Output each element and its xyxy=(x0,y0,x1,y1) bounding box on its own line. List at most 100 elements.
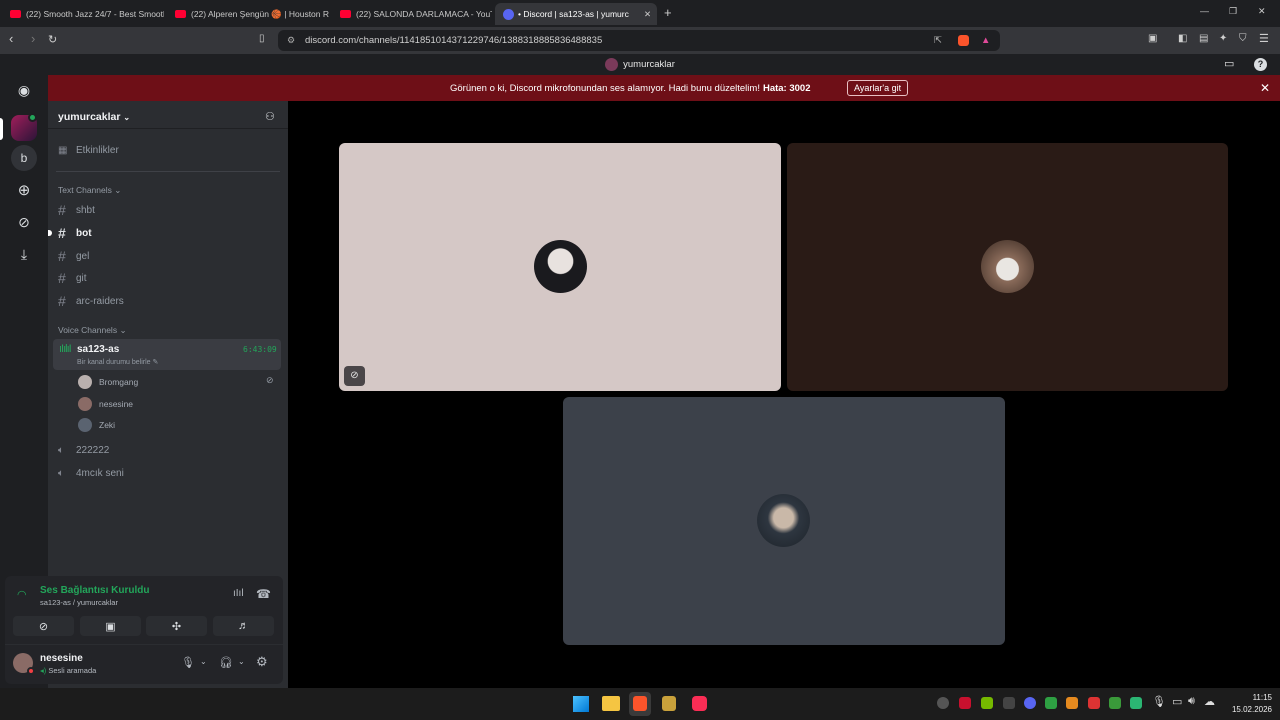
voice-channel-4mcik[interactable]: 🔈︎ 4mcık seni xyxy=(58,468,124,479)
voice-user-zeki[interactable]: Zeki xyxy=(78,418,115,432)
app-tray-icon[interactable] xyxy=(1066,697,1078,709)
app-tray-icon[interactable] xyxy=(1003,697,1015,709)
username[interactable]: nesesine xyxy=(40,653,83,664)
brave-shield-icon[interactable] xyxy=(958,35,969,46)
camera-button[interactable]: ⊘ xyxy=(13,616,74,636)
volume-icon[interactable]: 🔊︎ xyxy=(1188,695,1195,708)
voice-location[interactable]: sa123-as / yumurcaklar xyxy=(40,598,118,607)
vpn-icon[interactable]: ⛉ xyxy=(1239,33,1247,44)
download-icon[interactable]: ⤓ xyxy=(11,241,37,267)
gear-icon[interactable]: ⚙ xyxy=(256,654,268,670)
channel-shbt[interactable]: # shbt xyxy=(58,202,95,218)
discord-tray-icon[interactable] xyxy=(1024,697,1036,709)
weather-icon[interactable]: ☁ xyxy=(1204,695,1215,708)
forward-icon[interactable]: › xyxy=(31,31,35,46)
hash-icon: # xyxy=(58,225,66,241)
screen-share-button[interactable]: ▣ xyxy=(80,616,141,636)
participant-tile-bromgang[interactable]: ⊘ xyxy=(339,143,781,391)
discord-home-icon[interactable]: ◉ xyxy=(11,77,37,103)
clock-date[interactable]: 15.02.2026 xyxy=(1218,705,1272,714)
brave-icon[interactable] xyxy=(633,696,647,711)
avatar xyxy=(981,240,1034,293)
voice-activity-icon: ıIılıI xyxy=(59,343,72,355)
channel-status-hint[interactable]: Bir kanal durumu belirle ✎ xyxy=(77,358,158,366)
voice-user-nesesine[interactable]: nesesine xyxy=(78,397,133,411)
channel-gel[interactable]: # gel xyxy=(58,248,89,264)
add-server-icon[interactable]: ⊕ xyxy=(11,177,37,203)
selected-server-pill xyxy=(0,118,3,140)
game-launcher-icon[interactable] xyxy=(662,696,676,711)
activities-button[interactable]: ✣ xyxy=(146,616,207,636)
mic-options-chevron-icon[interactable]: ⌄ xyxy=(200,657,207,666)
app-tray-icon[interactable] xyxy=(959,697,971,709)
close-banner-icon[interactable]: ✕ xyxy=(1260,81,1270,95)
channel-arc-raiders[interactable]: # arc-raiders xyxy=(58,293,124,309)
youtube-icon xyxy=(10,10,21,18)
header-divider xyxy=(48,128,288,129)
clock-time[interactable]: 11:15 xyxy=(1228,693,1272,702)
tab-salonda[interactable]: (22) SALONDA DARLAMACA - YouTu xyxy=(332,3,492,25)
menu-icon[interactable]: ☰ xyxy=(1259,32,1269,45)
active-voice-channel[interactable]: ıIılıI sa123-as 6:43:09 Bir kanal durumu… xyxy=(53,339,281,370)
url-field[interactable]: ⚙ discord.com/channels/11418510143712297… xyxy=(278,30,1000,51)
microphone-icon[interactable]: 🎙︎ xyxy=(181,656,195,669)
app-tray-icon[interactable] xyxy=(1088,697,1100,709)
voice-user-bromgang[interactable]: Bromgang xyxy=(78,375,138,389)
tab-alperen[interactable]: (22) Alperen Şengün 🏀 | Houston R xyxy=(167,3,329,25)
help-icon[interactable]: ? xyxy=(1254,58,1267,71)
voice-channels-category[interactable]: Voice Channels ⌄ xyxy=(58,325,127,336)
back-icon[interactable]: ‹ xyxy=(9,31,13,46)
wallet-icon[interactable]: ▤ xyxy=(1199,33,1208,44)
audio-options-chevron-icon[interactable]: ⌄ xyxy=(238,657,245,666)
rewards-icon[interactable]: ▲ xyxy=(981,30,990,51)
headphones-icon[interactable]: 🎧︎ xyxy=(219,656,233,669)
file-explorer-icon[interactable] xyxy=(602,696,620,711)
leo-icon[interactable]: ✦ xyxy=(1219,33,1227,44)
server-b[interactable]: b xyxy=(11,145,37,171)
disconnect-icon[interactable]: ☎︎ xyxy=(256,587,271,601)
app-tray-icon[interactable] xyxy=(1130,697,1142,709)
tab-smooth-jazz[interactable]: (22) Smooth Jazz 24/7 - Best Smooth xyxy=(2,3,164,25)
noise-suppression-icon[interactable]: ıIıl xyxy=(233,588,244,599)
discover-icon[interactable]: ⊘ xyxy=(11,209,37,235)
participant-tile-nesesine[interactable] xyxy=(787,143,1228,391)
voice-connected-status[interactable]: Ses Bağlantısı Kuruldu xyxy=(40,585,149,596)
microphone-icon[interactable]: 🎙︎ xyxy=(1152,695,1166,708)
close-tab-icon[interactable]: ✕ xyxy=(644,9,651,20)
text-channels-category[interactable]: Text Channels ⌄ xyxy=(58,185,121,196)
voice-channel-222222[interactable]: 🔈︎ 222222 xyxy=(58,445,109,456)
reload-icon[interactable]: ↻ xyxy=(48,33,57,46)
restore-button[interactable]: ❐ xyxy=(1229,6,1237,17)
events-item[interactable]: ▦ Etkinlikler xyxy=(58,145,119,156)
minimize-button[interactable]: — xyxy=(1200,6,1209,16)
camera-off-icon: ⊘ xyxy=(38,620,49,633)
channel-git[interactable]: # git xyxy=(58,270,87,286)
speaker-icon: 🔈︎ xyxy=(58,445,64,456)
new-tab-button[interactable]: + xyxy=(664,5,672,20)
channel-bot[interactable]: # bot xyxy=(58,225,92,241)
speaker-icon: 🔈︎ xyxy=(58,468,64,479)
start-icon[interactable] xyxy=(573,696,589,712)
share-icon[interactable]: ⇱ xyxy=(934,30,942,51)
sidebar-toggle-icon[interactable]: ◧ xyxy=(1178,33,1187,44)
voice-call-stage: ⊘ xyxy=(288,101,1280,688)
tab-discord[interactable]: • Discord | sa123-as | yumurc ✕ xyxy=(495,3,657,25)
inbox-icon[interactable]: ▭ xyxy=(1224,54,1234,75)
avatar xyxy=(78,418,92,432)
network-icon[interactable]: ▭ xyxy=(1172,695,1182,708)
invite-people-icon[interactable]: ⚇ xyxy=(265,110,275,123)
app-tray-icon[interactable] xyxy=(1045,697,1057,709)
reader-icon[interactable]: ▣ xyxy=(1148,33,1157,44)
participant-tile-zeki[interactable] xyxy=(563,397,1005,645)
steam-tray-icon[interactable] xyxy=(937,697,949,709)
panel-divider xyxy=(5,644,283,645)
soundboard-button[interactable]: ♬ xyxy=(213,616,274,636)
bookmark-icon[interactable]: ▯ xyxy=(259,33,265,44)
server-name-header[interactable]: yumurcaklar ⌄ xyxy=(58,111,130,123)
app-tray-icon[interactable] xyxy=(1109,697,1121,709)
close-window-button[interactable]: ✕ xyxy=(1258,6,1266,17)
music-app-icon[interactable] xyxy=(692,696,707,711)
nvidia-tray-icon[interactable] xyxy=(981,697,993,709)
go-to-settings-button[interactable]: Ayarlar'a git xyxy=(847,80,909,96)
site-info-icon[interactable]: ⚙ xyxy=(287,30,295,51)
